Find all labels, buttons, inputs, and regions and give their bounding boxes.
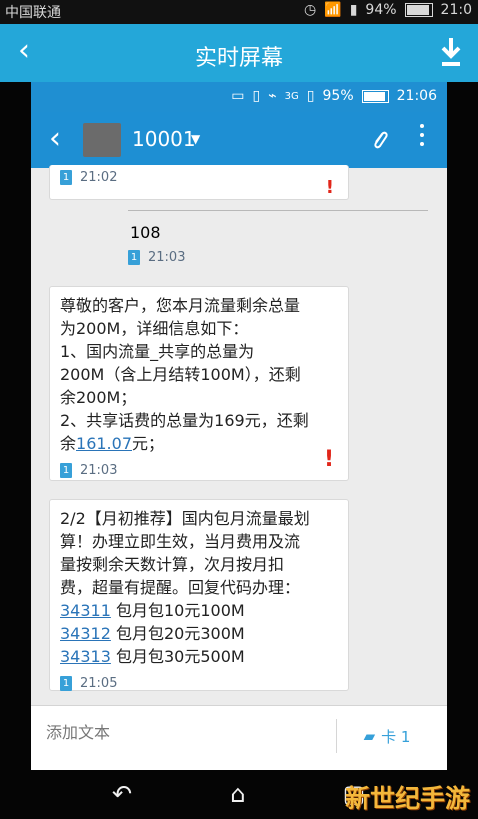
offer-code-link[interactable]: 34313 — [60, 647, 111, 666]
inner-status-bar: ▭ ▯ ⌁ 3G ▯ 95% 21:06 — [31, 82, 447, 112]
message-line: 费，超量有提醒。回复代码办理： — [60, 578, 301, 597]
inner-time-label: 21:06 — [396, 88, 437, 104]
sent-message-text: 108 — [130, 223, 161, 242]
system-navigation-bar: ↶ ⌂ ▢ 新世纪手游 — [0, 770, 478, 819]
offer-text: 包月包30元500M — [116, 647, 245, 666]
mirrored-phone-screen: ▭ ▯ ⌁ 3G ▯ 95% 21:06 ‹ 10001 ▼ 1 21:02 !… — [31, 82, 447, 770]
message-line: 尊敬的客户，您本月流量剩余总量 — [60, 296, 301, 315]
sim-card-icon: 1 — [128, 250, 140, 265]
page-title: 实时屏幕 — [194, 46, 283, 71]
sim-card-icon: 1 — [60, 170, 72, 185]
inner-wifi-icon: ⌁ — [268, 88, 277, 104]
alarm-icon: ◷ — [304, 2, 317, 18]
chevron-down-icon[interactable]: ▼ — [191, 132, 200, 146]
avatar — [83, 123, 121, 157]
wifi-icon: 📶 — [324, 2, 342, 18]
compose-bar: 添加文本 ▰ 卡 1 — [31, 705, 447, 770]
carrier-label: 中国联通 — [5, 5, 61, 21]
send-label: 卡 1 — [381, 727, 411, 746]
offer-text: 包月包10元100M — [116, 601, 245, 620]
send-button[interactable]: ▰ 卡 1 — [336, 719, 437, 753]
message-line: 2、共享话费的总量为169元，还剩 — [60, 411, 309, 430]
message-line: 1、国内流量_共享的总量为 — [60, 342, 255, 361]
inner-status-icons: ▭ ▯ ⌁ 3G ▯ 95% 21:06 — [231, 88, 437, 104]
message-line: 200M（含上月结转100M），还剩 — [60, 365, 301, 384]
offer-code-link[interactable]: 34311 — [60, 601, 111, 620]
offer-text: 包月包20元300M — [116, 624, 245, 643]
contact-name[interactable]: 10001 — [132, 127, 196, 151]
sim-card-icon: 1 — [60, 676, 72, 691]
message-meta: 1 21:02 — [50, 165, 348, 193]
message-bubble: 1 21:02 ! — [49, 165, 349, 200]
amount-link[interactable]: 161.07 — [76, 434, 132, 453]
message-line: 2/2【月初推荐】国内包月流量最划 — [60, 509, 310, 528]
offer-line: 34313 包月包30元500M — [60, 645, 338, 668]
watermark-logo: 新世纪手游 — [344, 784, 470, 813]
message-line: 余161.07元； — [60, 432, 338, 455]
outer-time-label: 21:0 — [440, 2, 472, 18]
conversation-header: ‹ 10001 ▼ — [31, 112, 447, 168]
inner-battery-label: 95% — [322, 88, 354, 104]
message-bubble: 尊敬的客户，您本月流量剩余总量 为200M，详细信息如下： 1、国内流量_共享的… — [49, 286, 349, 481]
message-line: 量按剩余天数计算，次月按月扣 — [60, 555, 285, 574]
message-meta: 1 21:05 — [50, 668, 348, 699]
attachment-icon[interactable] — [371, 127, 389, 153]
message-time: 21:03 — [80, 463, 118, 478]
offer-line: 34312 包月包20元300M — [60, 622, 338, 645]
outer-battery-label: 94% — [365, 2, 397, 18]
message-prefix: 余 — [60, 434, 77, 453]
message-meta: 1 21:03 — [50, 455, 348, 486]
sim-status-icon: ▯ — [306, 88, 315, 104]
sent-message: 108 1 21:03 — [128, 210, 428, 275]
inner-battery-icon — [361, 89, 389, 103]
sent-message-time: 21:03 — [148, 250, 186, 265]
warning-icon: ! — [323, 447, 334, 472]
outer-status-icons: ◷ 📶 ▮ 94% 21:0 — [304, 2, 472, 18]
conversation-back-button[interactable]: ‹ — [49, 121, 61, 157]
vibrate-icon: ▯ — [252, 88, 261, 104]
message-time: 21:05 — [80, 676, 118, 691]
message-text: 尊敬的客户，您本月流量剩余总量 为200M，详细信息如下： 1、国内流量_共享的… — [50, 287, 348, 455]
offer-code-link[interactable]: 34312 — [60, 624, 111, 643]
signal-icon: ▮ — [349, 2, 358, 18]
live-screen-header: ‹ 实时屏幕 — [0, 24, 478, 82]
back-nav-icon[interactable]: ↶ — [110, 782, 134, 806]
sim-card-icon: 1 — [60, 463, 72, 478]
outer-status-bar: 中国联通 ◷ 📶 ▮ 94% 21:0 — [0, 0, 478, 24]
cast-icon: ▭ — [231, 88, 245, 104]
message-text: 2/2【月初推荐】国内包月流量最划 算！办理立即生效，当月费用及流 量按剩余天数… — [50, 500, 348, 668]
message-input[interactable]: 添加文本 — [46, 719, 110, 743]
outer-battery-icon — [404, 3, 433, 17]
send-icon: ▰ — [363, 727, 376, 745]
home-nav-icon[interactable]: ⌂ — [226, 782, 250, 806]
message-line: 为200M，详细信息如下： — [60, 319, 249, 338]
message-bubble: 2/2【月初推荐】国内包月流量最划 算！办理立即生效，当月费用及流 量按剩余天数… — [49, 499, 349, 691]
download-icon[interactable] — [438, 36, 464, 68]
sent-message-meta: 1 21:03 — [128, 242, 428, 273]
network-label: 3G — [284, 90, 299, 102]
offer-line: 34311 包月包10元100M — [60, 599, 338, 622]
message-suffix: 元； — [132, 434, 165, 453]
more-icon[interactable] — [419, 124, 425, 151]
message-line: 算！办理立即生效，当月费用及流 — [60, 532, 301, 551]
warning-icon: ! — [325, 177, 334, 198]
message-time: 21:02 — [80, 170, 118, 185]
message-line: 余200M； — [60, 388, 137, 407]
